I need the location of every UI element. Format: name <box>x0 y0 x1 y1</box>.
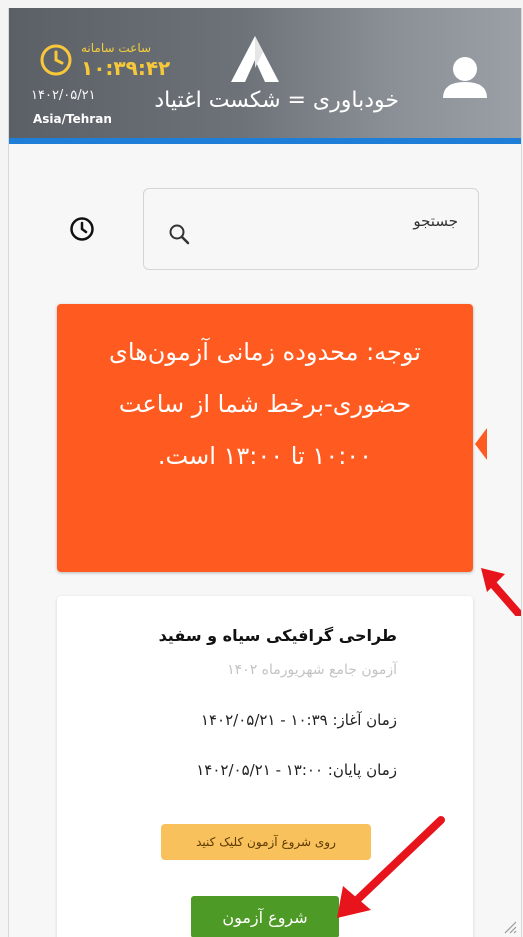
avatar-icon[interactable] <box>439 52 491 104</box>
exam-end-time: زمان پایان: ۱۳:۰۰ - ۱۴۰۲/۰۵/۲۱ <box>196 761 397 779</box>
search-icon[interactable] <box>168 223 190 245</box>
clock-icon <box>40 44 72 76</box>
timezone-text: Asia/Tehran <box>33 112 112 126</box>
notice-text: توجه: محدوده زمانی آزمون‌های حضوری-برخط … <box>109 338 421 470</box>
start-exam-button[interactable]: شروع آزمون <box>191 896 339 937</box>
search-box[interactable] <box>143 188 479 270</box>
exam-title: طراحی گرافیکی سیاه و سفید <box>158 626 397 645</box>
system-time-label: ساعت سامانه <box>81 41 152 55</box>
time-limit-notice: توجه: محدوده زمانی آزمون‌های حضوری-برخط … <box>57 304 473 572</box>
search-input[interactable] <box>226 211 460 231</box>
date-text: ۱۴۰۲/۰۵/۲۱ <box>31 88 96 103</box>
exam-start-time: زمان آغاز: ۱۰:۳۹ - ۱۴۰۲/۰۵/۲۱ <box>200 711 397 729</box>
start-hint-badge: روی شروع آزمون کلیک کنید <box>161 824 371 860</box>
logo-icon <box>231 36 279 82</box>
history-icon[interactable] <box>69 216 95 242</box>
app-frame: ساعت سامانه ۱۰:۳۹:۴۲ ۱۴۰۲/۰۵/۲۱ Asia/Teh… <box>8 8 522 937</box>
exam-card: طراحی گرافیکی سیاه و سفید آزمون جامع شهر… <box>57 596 473 937</box>
header-accent-bar <box>9 138 521 144</box>
resize-grip-icon[interactable] <box>501 918 517 934</box>
system-time: ۱۰:۳۹:۴۲ <box>81 56 171 80</box>
annotation-arrow-icon <box>481 568 521 616</box>
app-header: ساعت سامانه ۱۰:۳۹:۴۲ ۱۴۰۲/۰۵/۲۱ Asia/Teh… <box>9 8 521 138</box>
notice-side-tab <box>475 428 487 460</box>
page-title: خودباوری = شکست اغتیاد <box>154 88 399 113</box>
exam-subtitle: آزمون جامع شهریورماه ۱۴۰۲ <box>227 662 397 678</box>
